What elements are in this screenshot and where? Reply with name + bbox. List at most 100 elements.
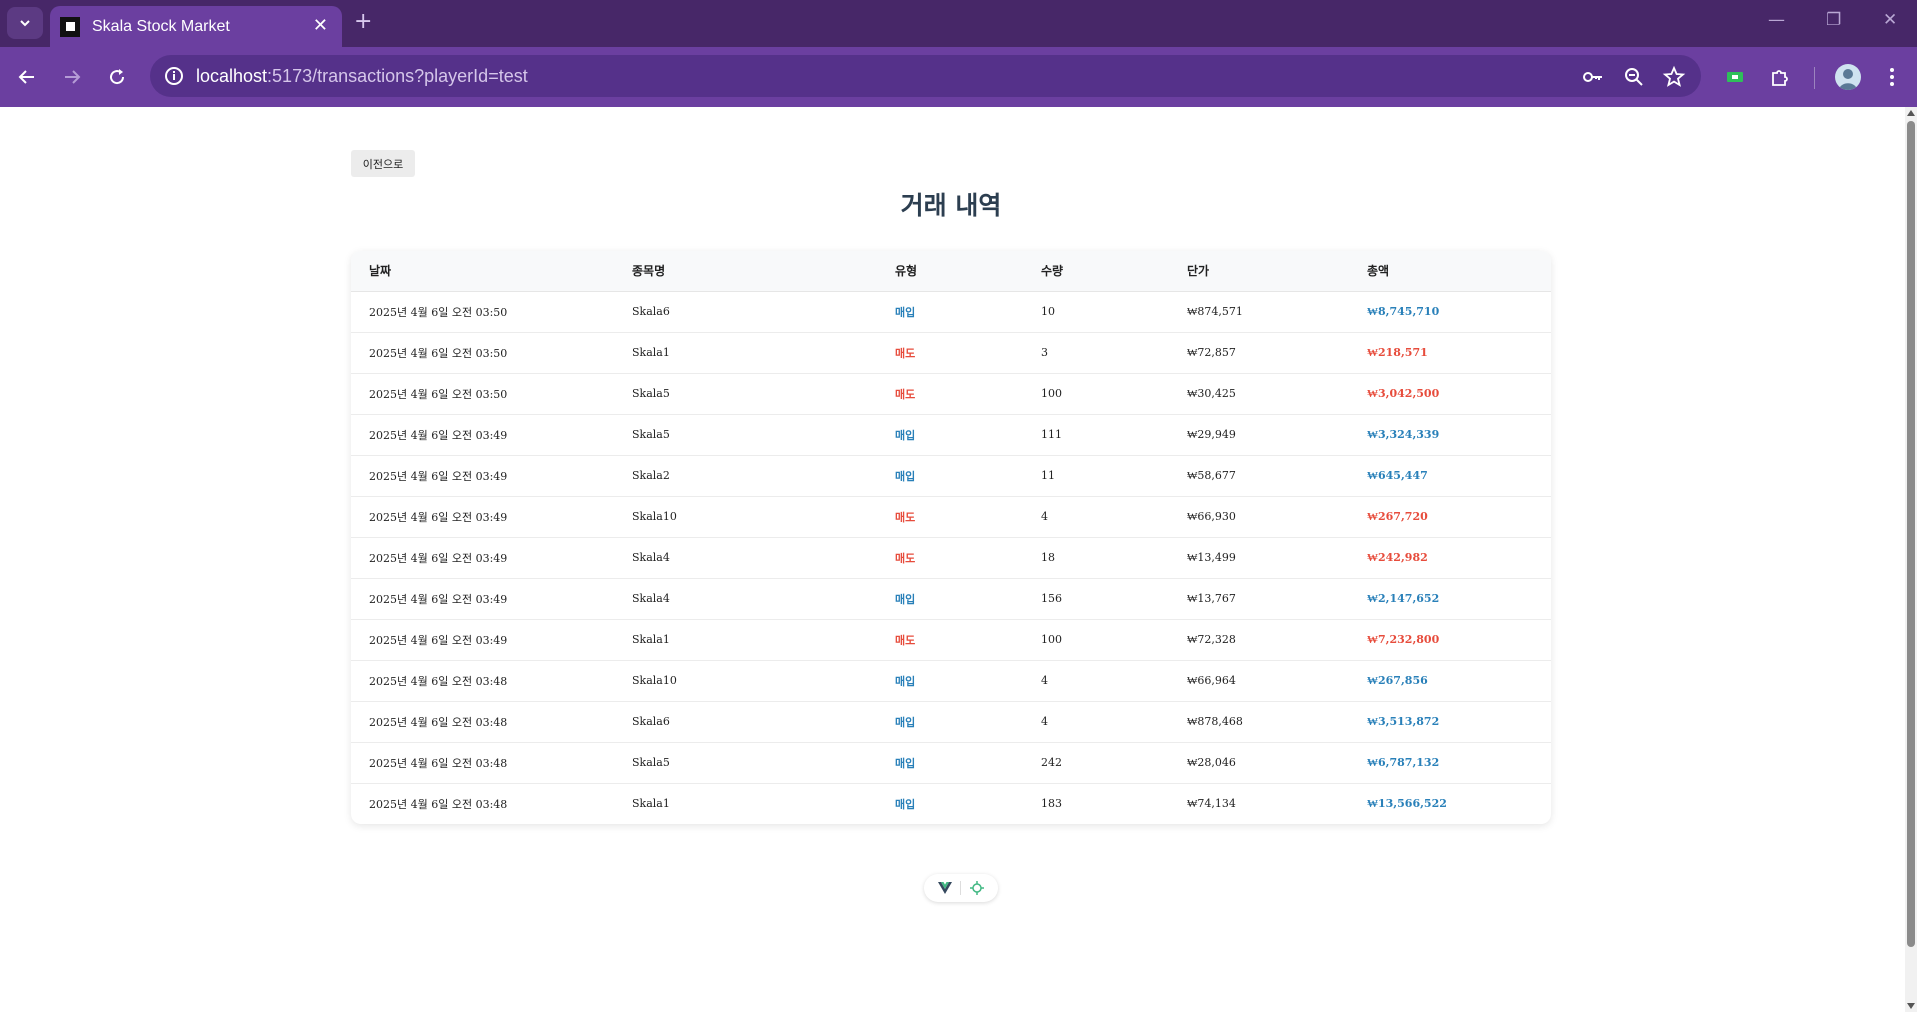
table-row: 2025년 4월 6일 오전 03:50 Skala6 매입 10 ₩874,571 ₩8… [351,291,1551,333]
url-text[interactable]: localhost:5173/transactions?playerId=tes… [196,65,528,87]
cell-date: 2025년 4월 6일 오전 03:50 [351,332,614,374]
table-row: 2025년 4월 6일 오전 03:49 Skala1 매도 100 ₩72,328 ₩7… [351,619,1551,661]
back-nav-button[interactable] [13,63,41,91]
table-row: 2025년 4월 6일 오전 03:48 Skala10 매입 4 ₩66,964 ₩26… [351,660,1551,702]
cell-stock-name: Skala6 [614,701,877,743]
devtools-widget[interactable] [924,874,998,902]
cell-type: 매도 [877,373,1023,415]
cell-type: 매입 [877,660,1023,702]
window-close-icon[interactable]: ✕ [1883,10,1897,30]
cell-date: 2025년 4월 6일 오전 03:49 [351,496,614,538]
crosshair-icon[interactable] [969,881,984,895]
cell-date: 2025년 4월 6일 오전 03:49 [351,414,614,456]
cell-total: ₩3,042,500 [1349,373,1551,415]
cell-quantity: 242 [1023,742,1169,784]
cell-type: 매도 [877,537,1023,579]
cell-quantity: 11 [1023,455,1169,497]
cell-type: 매도 [877,332,1023,374]
arrow-left-icon [18,70,34,84]
cell-date: 2025년 4월 6일 오전 03:48 [351,701,614,743]
reload-button[interactable] [103,63,131,91]
table-row: 2025년 4월 6일 오전 03:49 Skala4 매입 156 ₩13,767 ₩2… [351,578,1551,620]
cell-unit-price: ₩66,964 [1169,660,1349,702]
cell-date: 2025년 4월 6일 오전 03:49 [351,578,614,620]
header-unit-price: 단가 [1169,251,1349,292]
cell-quantity: 111 [1023,414,1169,456]
chevron-down-icon [20,20,30,27]
scrollbar-thumb[interactable] [1907,121,1915,947]
cell-total: ₩267,720 [1349,496,1551,538]
zoom-out-icon[interactable] [1622,65,1646,89]
cell-stock-name: Skala5 [614,373,877,415]
avatar[interactable] [1835,64,1861,90]
header-type: 유형 [877,251,1023,292]
cell-stock-name: Skala1 [614,332,877,374]
devtools-divider [960,881,962,895]
info-icon[interactable] [162,64,186,88]
transactions-table: 날짜 종목명 유형 수량 단가 총액 2025년 4월 6일 오전 03:50 S… [351,251,1551,824]
url-host: localhost [196,66,268,86]
header-total: 총액 [1349,251,1551,292]
cell-unit-price: ₩13,767 [1169,578,1349,620]
cell-date: 2025년 4월 6일 오전 03:49 [351,537,614,579]
star-icon[interactable] [1662,65,1686,89]
cell-type: 매입 [877,578,1023,620]
cell-quantity: 100 [1023,373,1169,415]
cell-quantity: 10 [1023,291,1169,333]
key-icon[interactable] [1581,65,1605,89]
cell-total: ₩645,447 [1349,455,1551,497]
scroll-up-icon[interactable] [1907,110,1915,116]
page-scrollbar[interactable] [1905,107,1917,1012]
cell-unit-price: ₩29,949 [1169,414,1349,456]
back-button[interactable]: 이전으로 [351,150,415,177]
cell-quantity: 3 [1023,332,1169,374]
cell-unit-price: ₩66,930 [1169,496,1349,538]
cell-type: 매입 [895,797,916,811]
browser-toolbar: localhost:5173/transactions?playerId=tes… [0,47,1917,107]
table-row: 2025년 4월 6일 오전 03:49 Skala10 매도 4 ₩66,930 ₩26… [351,496,1551,538]
active-tab[interactable]: Skala Stock Market ✕ [50,6,342,47]
table-row: 2025년 4월 6일 오전 03:49 Skala4 매도 18 ₩13,499 ₩24… [351,537,1551,579]
url-path: :5173/transactions?playerId=test [267,66,528,86]
scroll-down-icon[interactable] [1907,1003,1915,1009]
cell-total: ₩13,566,522 [1367,797,1447,811]
table-row: 2025년 4월 6일 오전 03:48 Skala6 매입 4 ₩878,468 ₩3,… [351,701,1551,743]
cell-stock-name: Skala6 [614,291,877,333]
toolbar-divider [1814,67,1815,89]
cell-type: 매입 [877,455,1023,497]
cell-unit-price: ₩72,857 [1169,332,1349,374]
close-icon[interactable]: ✕ [313,16,328,36]
table-row: 2025년 4월 6일 오전 03:50 Skala1 매도 3 ₩72,857 ₩218… [351,332,1551,374]
header-stock-name: 종목명 [614,251,877,292]
cell-total: ₩7,232,800 [1349,619,1551,661]
cell-date: 2025년 4월 6일 오전 03:50 [351,373,614,415]
kebab-menu-icon[interactable] [1878,63,1906,91]
cell-type: 매입 [877,701,1023,743]
forward-nav-button[interactable] [58,63,86,91]
cell-stock-name: Skala5 [614,414,877,456]
extension-pinned-icon[interactable] [1721,63,1749,91]
page-title: 거래 내역 [900,191,1002,220]
cell-total: ₩2,147,652 [1349,578,1551,620]
tab-search-button[interactable] [7,7,43,39]
plus-icon[interactable]: + [354,10,372,34]
cell-date: 2025년 4월 6일 오전 03:49 [351,455,614,497]
puzzle-icon[interactable] [1766,63,1794,91]
table-row: 2025년 4월 6일 오전 03:48 Skala5 매입 242 ₩28,046 ₩6… [351,742,1551,784]
header-quantity: 수량 [1023,251,1169,292]
header-date: 날짜 [351,251,614,292]
restore-icon[interactable]: ❐ [1826,10,1841,30]
cell-date: 2025년 4월 6일 오전 03:48 [369,797,508,811]
cell-unit-price: ₩30,425 [1169,373,1349,415]
vue-logo-icon[interactable] [938,882,953,894]
cell-stock-name: Skala10 [614,496,877,538]
cell-stock-name: Skala1 [614,619,877,661]
address-bar[interactable]: localhost:5173/transactions?playerId=tes… [150,55,1701,97]
table-header-row: 날짜 종목명 유형 수량 단가 총액 [351,251,1551,292]
site-favicon-icon [60,16,80,37]
cell-unit-price: ₩28,046 [1169,742,1349,784]
minimize-icon[interactable]: — [1768,10,1785,30]
cell-quantity: 100 [1023,619,1169,661]
cell-unit-price: ₩878,468 [1169,701,1349,743]
cell-unit-price: ₩874,571 [1169,291,1349,333]
